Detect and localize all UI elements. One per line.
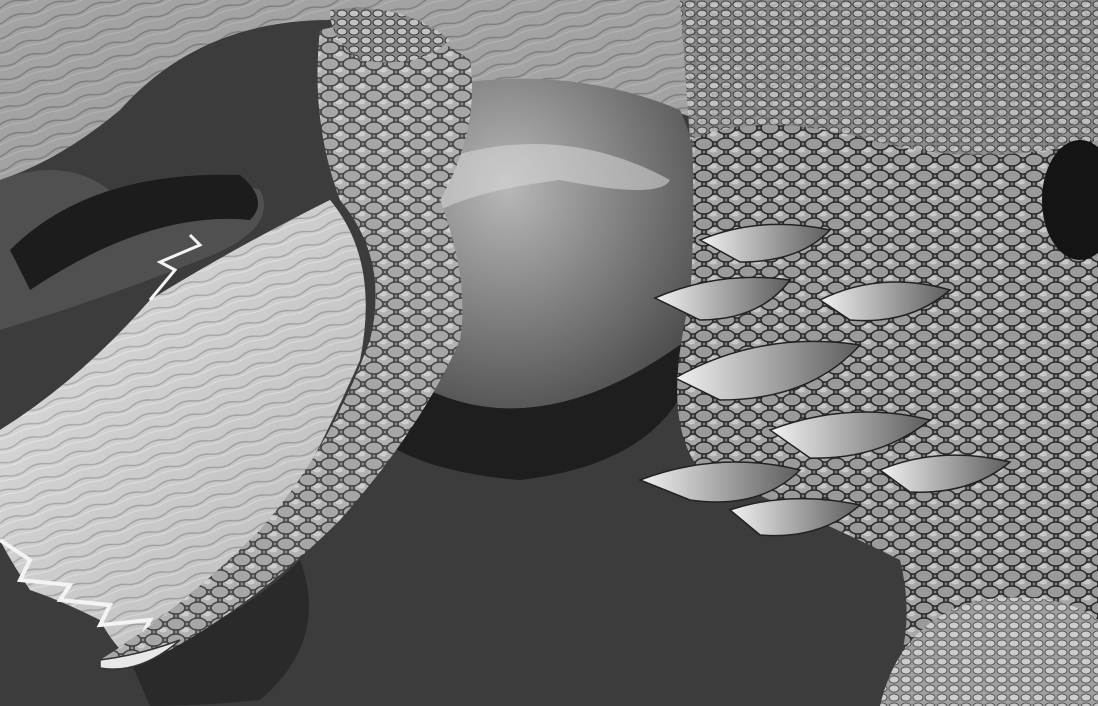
dragon-sculpt-render bbox=[0, 0, 1098, 706]
sculpt-viewport[interactable] bbox=[0, 0, 1098, 706]
